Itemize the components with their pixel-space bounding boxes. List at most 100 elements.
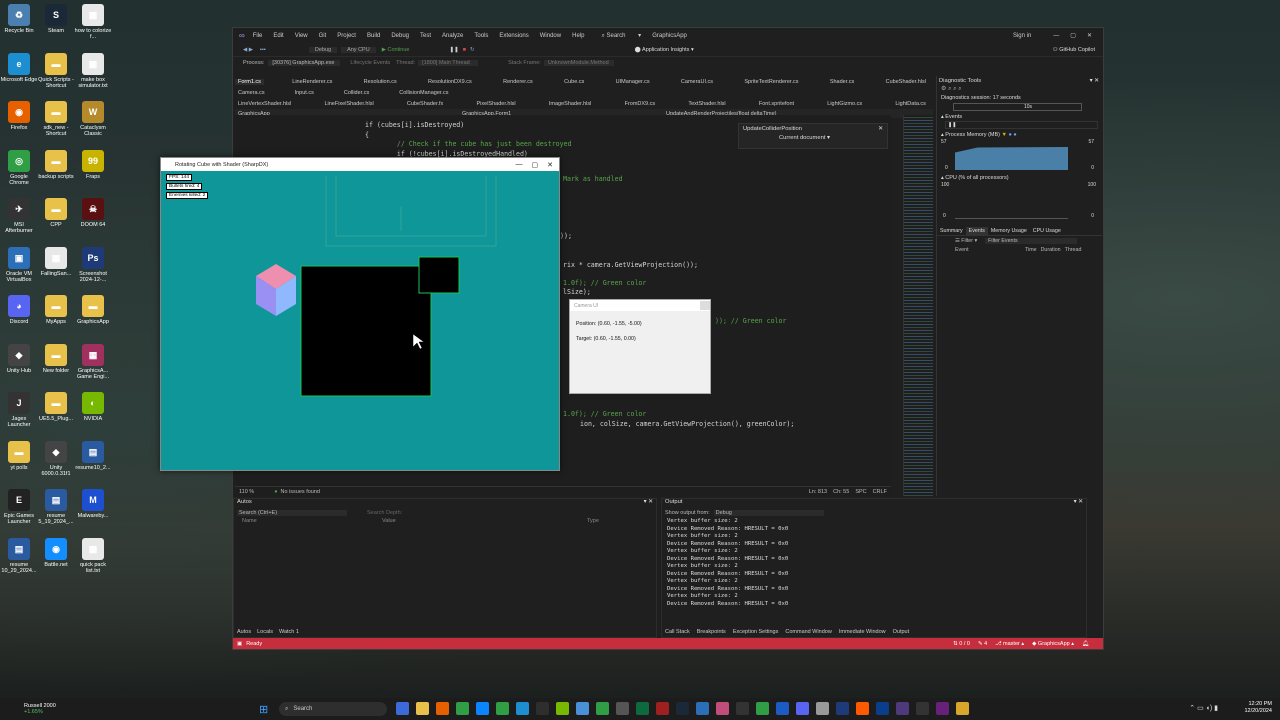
taskbar-app-icon[interactable] — [676, 702, 689, 715]
desktop-icon[interactable]: ◐ NVIDIA — [74, 392, 112, 422]
taskbar-app-icon[interactable] — [396, 702, 409, 715]
desktop-icon[interactable]: ✈ MSI Afterburner — [0, 198, 38, 234]
clock[interactable]: 12:20 PM 12/20/2024 — [1244, 701, 1272, 715]
desktop-icon[interactable]: ◎ Google Chrome — [0, 149, 38, 186]
doc-tab[interactable]: Camera.cs — [235, 90, 268, 96]
autos-tab[interactable]: Autos — [237, 629, 251, 635]
doc-tab[interactable]: Resolution.cs — [361, 79, 400, 85]
doc-tab[interactable]: LineRenderer.cs — [289, 79, 335, 85]
filter-events-input[interactable]: Filter Events — [985, 238, 1078, 244]
taskbar-app-icon[interactable] — [776, 702, 789, 715]
autos-close-icon[interactable]: ▾ ✕ — [644, 499, 653, 508]
taskbar-app-icon[interactable] — [716, 702, 729, 715]
doc-tab[interactable]: CameraUI.cs — [678, 79, 716, 85]
desktop-icon[interactable]: ▬ Quick Scripts - Shortcut — [37, 52, 75, 89]
autos-column-header[interactable]: Value — [382, 518, 587, 524]
menu-item[interactable]: View — [295, 33, 308, 39]
pending-edits[interactable]: ✎ 4 — [978, 641, 987, 647]
system-tray-icons[interactable]: ⌃ ▭ ◖) ▮ — [1189, 704, 1218, 712]
stop-icon[interactable]: ■ — [463, 47, 466, 53]
desktop-icon[interactable]: ▬ backup scripts — [37, 149, 75, 180]
diag-tab[interactable]: Summary — [937, 227, 966, 235]
doc-tab[interactable]: Form1.cs — [235, 78, 264, 85]
desktop-icon[interactable]: W Cataclysm Classic — [74, 101, 112, 137]
zoom-level[interactable]: 110 % — [239, 489, 254, 495]
doc-tab[interactable]: ResolutionDX9.cs — [425, 79, 475, 85]
git-changes[interactable]: ⇅ 0 / 0 — [953, 641, 970, 647]
menu-item[interactable]: Edit — [273, 33, 283, 39]
diag-timeline[interactable]: 10s — [953, 103, 1082, 111]
game-canvas[interactable]: FPS: 144 Bullets fired: 4 Enemies killed… — [161, 171, 559, 470]
menu-item[interactable]: Extensions — [499, 33, 528, 39]
doc-tab[interactable]: ImageShader.hlsl — [546, 101, 595, 107]
doc-tab[interactable]: FromDX9.cs — [622, 101, 659, 107]
taskbar-app-icon[interactable] — [896, 702, 909, 715]
desktop-icon[interactable]: ▦ quick pack list.txt — [74, 537, 112, 574]
taskbar-app-icon[interactable] — [916, 702, 929, 715]
issues-status[interactable]: No issues found — [281, 489, 320, 495]
output-close-icon[interactable]: ▾ ✕ — [1074, 499, 1083, 508]
whitespace-mode[interactable]: SPC — [855, 489, 866, 495]
taskbar-app-icon[interactable] — [576, 702, 589, 715]
menu-item[interactable]: Debug — [391, 33, 409, 39]
desktop-icon[interactable]: ◆ Unity 6000.0.31f1 — [37, 440, 75, 477]
desktop-icon[interactable]: ▤ resume10_2... — [74, 440, 112, 471]
taskbar-app-icon[interactable] — [956, 702, 969, 715]
maximize-icon[interactable]: ▢ — [1070, 32, 1076, 39]
desktop-icon[interactable]: ▬ MyApps — [37, 295, 75, 325]
taskbar-app-icon[interactable] — [436, 702, 449, 715]
game-close-icon[interactable]: ✕ — [547, 161, 553, 169]
doc-tab[interactable]: PixelShader.hlsl — [474, 101, 519, 107]
doc-tab[interactable]: UIManager.cs — [613, 79, 653, 85]
doc-tab[interactable]: LineFixelShader.hlsl — [321, 101, 376, 107]
sign-in-link[interactable]: Sign in — [1013, 33, 1042, 39]
desktop-icon[interactable]: ▬ yt polls — [0, 440, 38, 471]
repo-selector[interactable]: ◆ GraphicsApp ▴ — [1032, 641, 1074, 647]
platform-select[interactable]: Any CPU — [341, 46, 376, 53]
menu-item[interactable]: File — [253, 33, 263, 39]
taskbar-app-icon[interactable] — [636, 702, 649, 715]
taskbar-app-icon[interactable] — [556, 702, 569, 715]
desktop-icon[interactable]: ▬ UE5.5_Plug... — [37, 392, 75, 422]
doc-tab[interactable]: Input.cs — [292, 90, 317, 96]
line-endings[interactable]: CRLF — [873, 489, 887, 495]
desktop-icon[interactable]: ▤ resume 10_29_2024... — [0, 537, 38, 574]
find-symbol-box[interactable]: UpdateColliderPosition ✕ Current documen… — [738, 123, 888, 149]
desktop-icon[interactable]: ▬ sdk_new - Shortcut — [37, 101, 75, 137]
taskbar-app-icon[interactable] — [736, 702, 749, 715]
menu-item[interactable]: Help — [572, 33, 584, 39]
desktop-icon[interactable]: ◕ Discord — [0, 295, 38, 325]
menu-item[interactable]: Test — [420, 33, 431, 39]
desktop-icon[interactable]: ▦ FallingSan... — [37, 246, 75, 277]
taskbar-app-icon[interactable] — [876, 702, 889, 715]
close-icon[interactable]: ✕ — [1087, 32, 1092, 39]
output-text[interactable]: Vertex buffer size: 2 Device Removed Reas… — [662, 518, 1086, 608]
desktop-icon[interactable]: ▣ Oracle VM VirtualBox — [0, 246, 38, 283]
output-tab[interactable]: Exception Settings — [733, 629, 779, 635]
desktop-icon[interactable]: ▦ how to colorize f... — [74, 4, 112, 40]
desktop-icon[interactable]: ▬ GraphicsApp — [74, 295, 112, 325]
doc-tab[interactable]: CubeShader.fx — [404, 101, 446, 107]
doc-tab[interactable]: Shader.cs — [827, 79, 857, 85]
settings-icon[interactable]: ⚙ — [941, 86, 946, 92]
menu-item[interactable]: Git — [319, 33, 327, 39]
desktop-icon[interactable]: ▦ make box simulator.txt — [74, 52, 112, 89]
doc-tab[interactable]: LightData.cs — [892, 101, 929, 107]
taskbar-app-icon[interactable] — [596, 702, 609, 715]
game-maximize-icon[interactable]: ▢ — [532, 161, 539, 169]
diag-tab[interactable]: CPU Usage — [1030, 227, 1064, 235]
desktop-icon[interactable]: 99 Fraps — [74, 149, 112, 180]
game-minimize-icon[interactable]: — — [516, 161, 523, 168]
output-tab[interactable]: Immediate Window — [839, 629, 886, 635]
doc-tab[interactable]: CubeShader.hlsl — [883, 79, 929, 85]
menu-item[interactable]: Project — [337, 33, 356, 39]
desktop-icon[interactable]: ☠ DOOM 64 — [74, 198, 112, 228]
autos-search-input[interactable]: Search (Ctrl+E) — [237, 510, 347, 516]
output-source-select[interactable]: Debug — [713, 510, 824, 516]
taskbar-search[interactable]: ⌕ Search — [279, 702, 387, 716]
start-icon[interactable]: ⊞ — [259, 703, 268, 716]
doc-tab[interactable]: SpriteTextRenderer.cs — [741, 79, 801, 85]
restart-icon[interactable]: ↻ — [470, 47, 475, 53]
desktop-icon[interactable]: e Microsoft Edge — [0, 52, 38, 83]
diag-column-header[interactable]: Event — [955, 247, 1015, 253]
